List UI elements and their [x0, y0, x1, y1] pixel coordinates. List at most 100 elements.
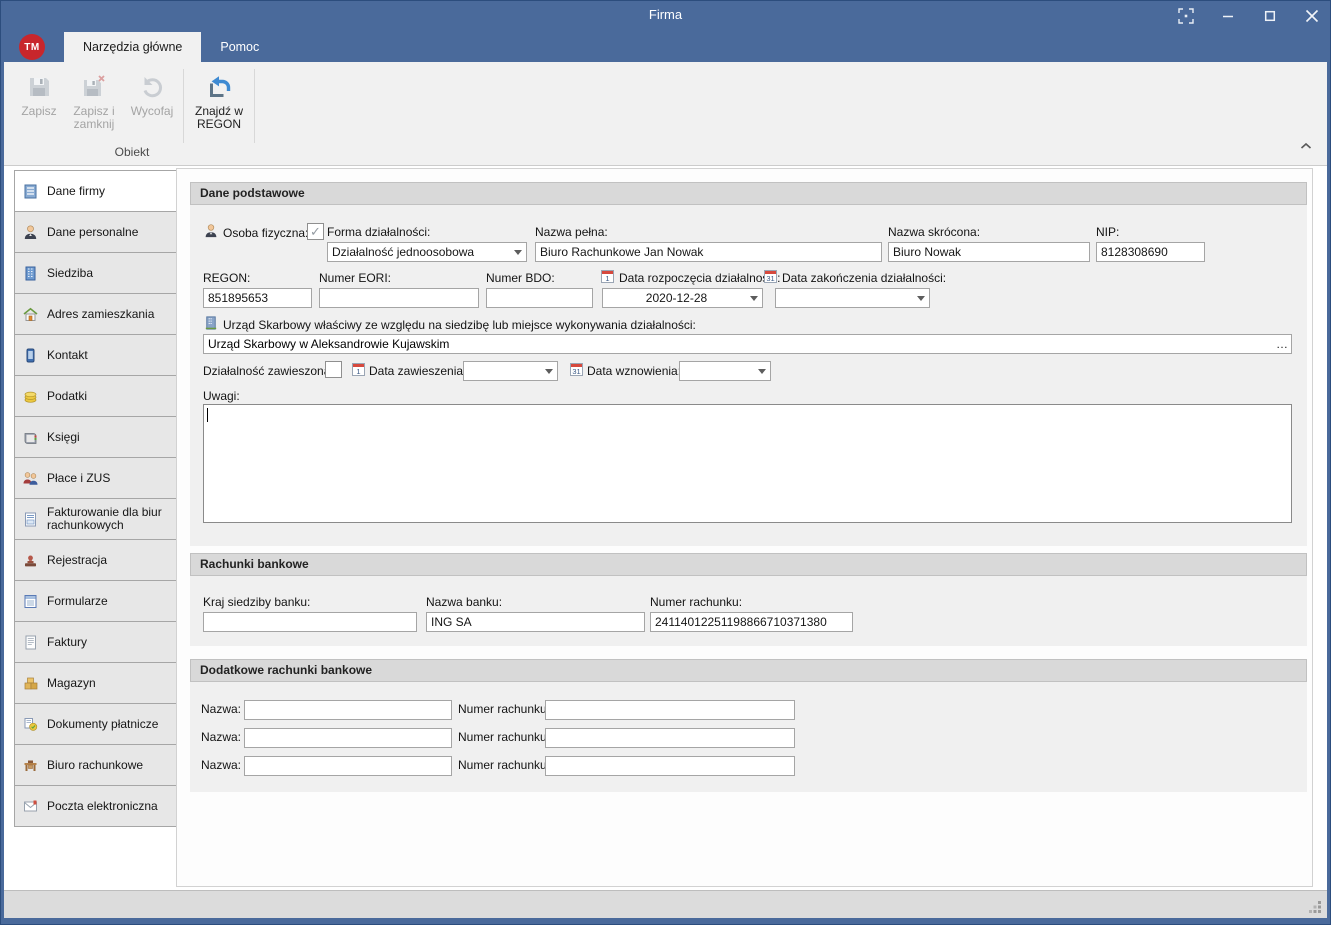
undo-icon [139, 72, 165, 102]
section-dane-podstawowe: Dane podstawowe Osoba fizyczna: ✓ Forma … [190, 182, 1307, 546]
minimize-icon[interactable] [1219, 7, 1237, 25]
tab-pomoc[interactable]: Pomoc [201, 32, 278, 62]
undo-label: Wycofaj [131, 105, 174, 118]
boxes-icon [22, 675, 39, 692]
sidebar-item-adres-zamieszkania[interactable]: Adres zamieszkania [14, 293, 177, 335]
ribbon-tab-row: TM Narzędzia główne Pomoc [0, 32, 1331, 62]
sidebar-item-place-i-zus[interactable]: Płace i ZUS [14, 457, 177, 499]
titlebar: Firma [0, 0, 1331, 32]
nazwa-skrocona-label: Nazwa skrócona: [888, 225, 980, 239]
sidebar-item-rejestracja[interactable]: Rejestracja [14, 539, 177, 581]
firma-window: Firma TM Narzędzia główne Pomoc [0, 0, 1331, 925]
numer-bdo-input[interactable] [486, 288, 593, 308]
sidebar-item-formularze[interactable]: Formularze [14, 580, 177, 622]
urzad-skarbowy-input[interactable] [203, 334, 1292, 354]
kraj-siedziby-banku-label: Kraj siedziby banku: [203, 595, 310, 609]
dzialalnosc-zawieszona-checkbox[interactable] [325, 361, 342, 378]
save-button[interactable]: Zapisz [14, 67, 64, 145]
nazwa-banku-label: Nazwa banku: [426, 595, 502, 609]
nazwa-skrocona-input[interactable] [888, 242, 1090, 262]
dodatkowy-numer-input[interactable] [545, 700, 795, 720]
resize-grip[interactable] [1309, 900, 1322, 913]
tab-narzedzia-glowne[interactable]: Narzędzia główne [64, 32, 201, 62]
chevron-down-icon [510, 243, 526, 261]
dodatkowy-nazwa-input[interactable] [244, 728, 452, 748]
sidebar-item-dane-firmy[interactable]: Dane firmy [14, 170, 177, 212]
desk-icon [22, 757, 39, 774]
numer-rachunku-input[interactable] [650, 612, 853, 632]
nazwa-banku-input[interactable] [426, 612, 645, 632]
stamp-icon [22, 552, 39, 569]
sidebar-item-poczta-elektroniczna[interactable]: Poczta elektroniczna [14, 785, 177, 827]
sidebar-item-faktury[interactable]: Faktury [14, 621, 177, 663]
sidebar-item-dane-personalne[interactable]: Dane personalne [14, 211, 177, 253]
app-menu-button[interactable]: TM [19, 34, 45, 60]
data-wznowienia-label: Data wznowienia: [587, 364, 681, 378]
dodatkowy-numer-input[interactable] [545, 756, 795, 776]
find-in-regon-button[interactable]: Znajdź w REGON [187, 67, 251, 145]
collapse-ribbon-icon[interactable] [1297, 138, 1315, 154]
ribbon-separator [254, 69, 255, 143]
numer-eori-input[interactable] [319, 288, 479, 308]
sidebar-item-siedziba[interactable]: Siedziba [14, 252, 177, 294]
sidebar-item-podatki[interactable]: Podatki [14, 375, 177, 417]
dodatkowy-nazwa-input[interactable] [244, 756, 452, 776]
ribbon-separator [183, 69, 184, 143]
document-icon [22, 634, 39, 651]
sidebar-item-ksiegi[interactable]: Księgi [14, 416, 177, 458]
save-icon [26, 72, 52, 102]
data-zawieszenia-select[interactable] [463, 361, 558, 381]
forma-dzialalnosci-label: Forma działalności: [327, 225, 430, 239]
data-rozpoczecia-label: Data rozpoczęcia działalności: [619, 271, 780, 285]
dodatkowy-numer-input[interactable] [545, 728, 795, 748]
section-dodatkowe-rachunki: Dodatkowe rachunki bankowe Nazwa: Numer … [190, 659, 1307, 792]
book-icon [22, 429, 39, 446]
person-icon [22, 224, 39, 241]
nazwa-pelna-input[interactable] [535, 242, 882, 262]
status-bar [4, 890, 1327, 918]
nip-input[interactable] [1096, 242, 1205, 262]
company-icon [22, 183, 39, 200]
osoba-fizyczna-label: Osoba fizyczna: [223, 226, 308, 240]
sidebar-item-dokumenty-platnicze[interactable]: Dokumenty płatnicze [14, 703, 177, 745]
undo-button[interactable]: Wycofaj [124, 67, 180, 145]
phone-icon [22, 347, 39, 364]
save-and-close-button[interactable]: Zapisz i zamknij [64, 67, 124, 145]
section-title: Dodatkowe rachunki bankowe [190, 659, 1307, 682]
tax-office-icon [203, 315, 219, 331]
save-close-label: Zapisz i zamknij [64, 105, 124, 131]
data-zakonczenia-label: Data zakończenia działalności: [782, 271, 946, 285]
data-zakonczenia-select[interactable] [775, 288, 930, 308]
nazwa-label: Nazwa: [201, 758, 241, 772]
calendar-month-icon: 31 [570, 363, 583, 376]
invoice-icon [22, 511, 39, 528]
sidebar-item-biuro-rachunkowe[interactable]: Biuro rachunkowe [14, 744, 177, 786]
sidebar-item-magazyn[interactable]: Magazyn [14, 662, 177, 704]
main-panel: Dane podstawowe Osoba fizyczna: ✓ Forma … [176, 168, 1313, 887]
data-rozpoczecia-select[interactable]: 2020-12-28 [602, 288, 763, 308]
urzad-skarbowy-field: … [203, 334, 1292, 354]
close-icon[interactable] [1303, 7, 1321, 25]
client-area: Dane firmy Dane personalne Siedziba Adre… [4, 166, 1327, 890]
maximize-icon[interactable] [1261, 7, 1279, 25]
dodatkowy-nazwa-input[interactable] [244, 700, 452, 720]
sidebar-item-fakturowanie-dla-biur[interactable]: Fakturowanie dla biur rachunkowych [14, 498, 177, 540]
form-icon [22, 593, 39, 610]
section-rachunki-bankowe: Rachunki bankowe Kraj siedziby banku: Na… [190, 553, 1307, 646]
uwagi-textarea[interactable] [203, 404, 1292, 523]
find-in-regon-label: Znajdź w REGON [187, 105, 251, 131]
check-icon: ✓ [310, 225, 321, 238]
nip-label: NIP: [1096, 225, 1119, 239]
numer-eori-label: Numer EORI: [319, 271, 391, 285]
calendar-day-icon: 1 [352, 363, 365, 376]
payment-icon [22, 716, 39, 733]
regon-input[interactable] [203, 288, 312, 308]
browse-button[interactable]: … [1276, 334, 1289, 354]
forma-dzialalnosci-select[interactable]: Działalność jednoosobowa [327, 242, 527, 262]
sidebar-item-kontakt[interactable]: Kontakt [14, 334, 177, 376]
numer-bdo-label: Numer BDO: [486, 271, 555, 285]
data-wznowienia-select[interactable] [679, 361, 771, 381]
fit-window-icon[interactable] [1177, 7, 1195, 25]
kraj-siedziby-banku-input[interactable] [203, 612, 417, 632]
osoba-fizyczna-checkbox[interactable]: ✓ [307, 223, 324, 240]
